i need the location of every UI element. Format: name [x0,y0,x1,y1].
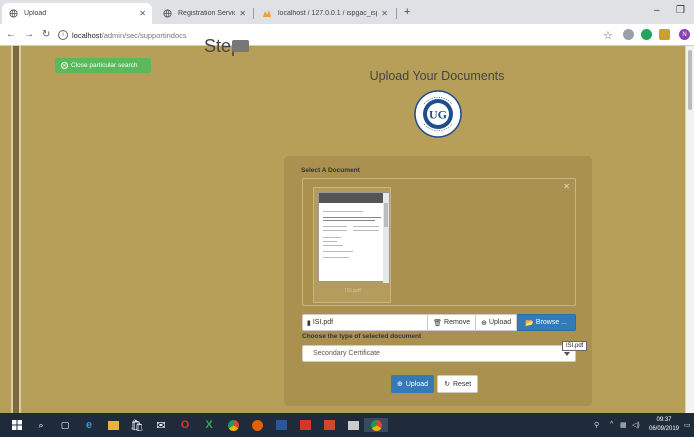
thumbnail-caption: ISI.pdf [345,288,361,294]
file-input-group: ▮ ISI.pdf 🗑 Remove ⊕ Upload 📂 Browse ... [302,314,576,331]
page-content: Step ✕ Close particular search Upload Yo… [0,36,694,413]
upload-panel: Select A Document ✕ ISI.pdf ▮ ISI.pdf 🗑 … [284,156,592,406]
notification-icon[interactable]: ▭ [684,421,691,429]
form-actions: ⊕ Upload ↻ Reset [391,375,479,393]
url-field[interactable]: i localhost/admin/sec/supportindocs [58,27,578,43]
tab-registration[interactable]: Registration Services ✕ [156,3,252,24]
university-logo: UG [414,90,462,138]
refresh-icon: ↻ [444,381,450,388]
chevron-up-icon[interactable]: ^ [610,421,613,428]
edge-icon[interactable]: e [82,418,96,432]
file-tooltip: ISI.pdf [562,341,588,351]
opera-icon[interactable]: O [178,418,192,432]
url-path: /admin/sec/supportindocs [101,30,187,40]
selected-file-field[interactable]: ▮ ISI.pdf [302,314,429,331]
excel-icon[interactable]: X [202,418,216,432]
close-icon[interactable]: ✕ [563,182,570,191]
profile-avatar-icon[interactable]: N [679,29,690,40]
search-icon[interactable]: ⌕ [34,418,48,432]
browse-label: Browse ... [535,319,567,326]
clock-time: 09:37 [656,417,672,423]
close-circle-icon: ✕ [61,62,68,69]
acrobat-icon[interactable] [298,418,312,432]
windows-taskbar: ⌕ ▢ e 🛍 ✉ O X ⚲ ^ ▦ ◁) 09:37 06/09/2019 … [0,413,694,437]
reset-label: Reset [452,380,472,388]
close-search-label: Close particular search [71,62,138,69]
app-window-icon[interactable] [346,418,360,432]
left-frame-border [11,46,21,413]
document-type-label: Choose the type of selected document [302,333,422,340]
phpmyadmin-icon [262,9,272,19]
tab-phpmyadmin[interactable]: localhost / 127.0.0.1 / ispgac_isp ✕ [256,3,394,24]
close-icon[interactable]: ✕ [381,9,388,18]
reload-icon[interactable]: ↻ [42,29,50,40]
tab-label: Upload [24,10,47,17]
page-scrollbar[interactable] [685,46,694,413]
globe-icon [8,9,18,19]
mail-icon[interactable]: ✉ [154,418,168,432]
back-icon[interactable]: ← [6,29,16,40]
document-type-select[interactable]: Secondary Certificate [302,345,576,362]
remove-label: Remove [444,319,471,326]
address-bar: ← → ↻ i localhost/admin/sec/supportindoc… [0,24,694,46]
close-icon[interactable]: ✕ [139,9,146,18]
file-icon: ▮ [307,319,311,327]
system-clock[interactable]: 09:37 06/09/2019 [646,416,682,434]
remove-button[interactable]: 🗑 Remove [428,314,477,331]
folder-icon: 📂 [525,319,534,327]
file-thumbnail[interactable]: ISI.pdf [313,187,391,303]
close-search-button[interactable]: ✕ Close particular search [55,58,151,73]
reset-button[interactable]: ↻ Reset [437,375,479,393]
browse-button[interactable]: 📂 Browse ... [517,314,576,331]
chevron-down-icon [564,352,570,356]
network-icon[interactable]: ▦ [620,421,627,429]
tab-label: localhost / 127.0.0.1 / ispgac_isp [278,10,378,17]
firefox-icon[interactable] [250,418,264,432]
forward-icon[interactable]: → [24,29,34,40]
powerpoint-icon[interactable] [322,418,336,432]
people-icon[interactable]: ⚲ [594,421,599,429]
url-host: localhost [72,30,102,40]
store-icon[interactable]: 🛍 [130,418,144,432]
upload-circle-icon: ⊕ [481,319,487,327]
submit-upload-label: Upload [405,380,429,388]
word-icon[interactable] [274,418,288,432]
maximize-icon[interactable]: ❐ [676,5,685,16]
trash-icon: 🗑 [433,319,443,327]
submit-upload-button[interactable]: ⊕ Upload [391,375,435,393]
logo-monogram: UG [429,108,447,122]
upload-circle-icon: ⊕ [397,381,403,388]
extension-icon[interactable] [641,29,652,40]
tab-divider [253,8,254,19]
clock-date: 06/09/2019 [648,426,680,432]
browser-tab-bar: Upload ✕ Registration Services ✕ localho… [0,0,694,24]
tab-upload[interactable]: Upload ✕ [2,3,152,24]
upload-file-label: Upload [488,319,512,326]
upload-file-button[interactable]: ⊕ Upload [476,314,518,331]
tab-label: Registration Services [178,10,236,17]
globe-icon [162,9,172,19]
pdf-preview-image [318,192,390,283]
new-tab-icon[interactable]: + [404,6,410,18]
close-icon[interactable]: ✕ [239,9,246,18]
file-preview-area[interactable]: ✕ ISI.pdf [302,178,576,306]
windows-start-icon[interactable] [10,418,24,432]
document-type-value: Secondary Certificate [313,350,380,357]
info-icon[interactable]: i [58,30,68,40]
task-view-icon[interactable]: ▢ [58,418,72,432]
extension-icon[interactable] [623,29,634,40]
minimize-icon[interactable]: – [654,5,660,16]
volume-icon[interactable]: ◁) [632,421,640,429]
selected-file-name: ISI.pdf [312,319,334,326]
bookmark-star-icon[interactable]: ☆ [603,29,613,42]
chrome-active-icon[interactable] [364,418,388,432]
page-heading: Upload Your Documents [369,69,505,83]
step-number-badge [232,40,249,52]
tab-divider [396,8,397,19]
extension-icon[interactable] [659,29,670,40]
file-explorer-icon[interactable] [107,420,119,430]
select-document-label: Select A Document [301,167,360,174]
chrome-icon[interactable] [226,418,240,432]
scrollbar-thumb[interactable] [688,50,692,110]
